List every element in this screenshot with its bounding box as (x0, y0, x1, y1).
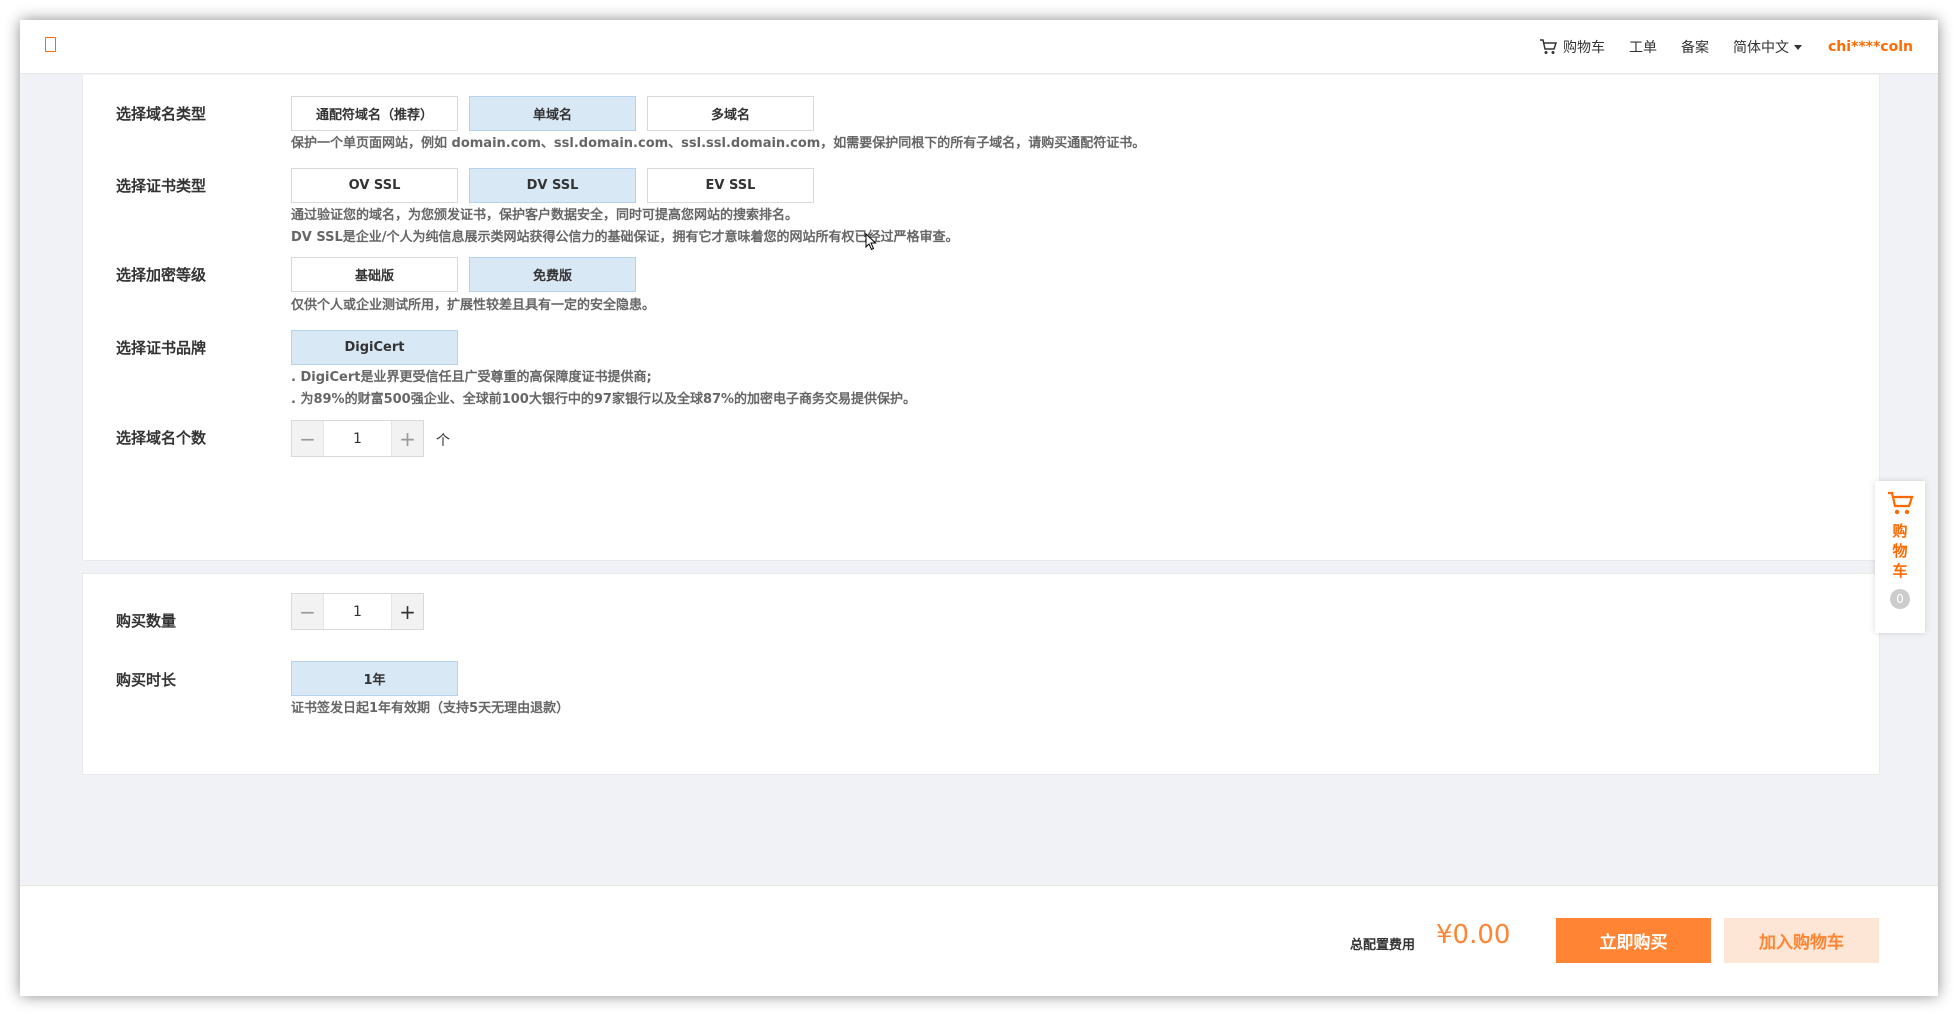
quantity-label: 购买数量 (116, 612, 177, 630)
encryption-level-hint: 仅供个人或企业测试所用，扩展性较差且具有一定的安全隐患。 (291, 298, 656, 313)
top-nav-links: 购物车 工单 备案 简体中文 chi****coln (1515, 20, 1913, 74)
floating-cart-button[interactable]: 购物车 0 (1875, 481, 1925, 633)
nav-filing-link[interactable]: 备案 (1681, 37, 1709, 57)
total-cost-value: ¥0.00 (1436, 920, 1511, 950)
cart-icon (1888, 491, 1914, 515)
add-to-cart-button[interactable]: 加入购物车 (1724, 918, 1879, 963)
domain-type-option-single[interactable]: 单域名 (469, 96, 636, 131)
quantity-input[interactable] (323, 594, 392, 629)
app-window: 购物车 工单 备案 简体中文 chi****coln 选择域名类型 通配符域名（… (20, 20, 1938, 996)
brand-option-digicert[interactable]: DigiCert (291, 330, 458, 365)
nav-cart-link[interactable]: 购物车 (1539, 37, 1605, 57)
user-name: chi****coln (1827, 39, 1913, 55)
domain-type-hint: 保护一个单页面网站，例如 domain.com、ssl.domain.com、s… (291, 136, 1146, 151)
cert-type-label: 选择证书类型 (116, 177, 207, 195)
domain-count-unit: 个 (436, 433, 450, 449)
domain-count-input[interactable] (323, 421, 392, 456)
duration-hint: 证书签发日起1年有效期（支持5天无理由退款） (291, 701, 570, 716)
brand-options: DigiCert (291, 330, 469, 365)
quantity-stepper: − + (291, 593, 424, 630)
domain-type-option-wildcard[interactable]: 通配符域名（推荐） (291, 96, 458, 131)
domain-count-decrement-button[interactable]: − (292, 421, 323, 456)
certificate-config-panel: 选择域名类型 通配符域名（推荐） 单域名 多域名 保护一个单页面网站，例如 do… (82, 75, 1880, 561)
quantity-decrement-button[interactable]: − (292, 594, 323, 629)
top-nav-bar: 购物车 工单 备案 简体中文 chi****coln (20, 20, 1938, 74)
nav-ticket-label: 工单 (1628, 40, 1657, 56)
cert-type-hint-2: DV SSL是企业/个人为纯信息展示类网站获得公信力的基础保证，拥有它才意味着您… (291, 230, 959, 245)
encryption-level-options: 基础版 免费版 (291, 257, 647, 292)
brand-hint-2: . 为89%的财富500强企业、全球前100大银行中的97家银行以及全球87%的… (291, 392, 917, 407)
duration-option-1year[interactable]: 1年 (291, 661, 458, 696)
logo-icon[interactable] (45, 37, 56, 52)
checkout-footer: 总配置费用 ¥0.00 立即购买 加入购物车 (20, 885, 1938, 996)
buy-now-button[interactable]: 立即购买 (1556, 918, 1711, 963)
purchase-panel: 购买数量 − + 购买时长 1年 证书签发日起1年有效期（支持5天无理由退款） (82, 573, 1880, 775)
domain-count-label: 选择域名个数 (116, 429, 207, 447)
mouse-cursor-icon (865, 233, 877, 251)
quantity-increment-button[interactable]: + (392, 594, 423, 629)
chevron-down-icon (1793, 44, 1802, 50)
floating-cart-label: 购物车 (1892, 522, 1908, 580)
encryption-level-option-free[interactable]: 免费版 (469, 257, 636, 292)
domain-type-options: 通配符域名（推荐） 单域名 多域名 (291, 96, 825, 131)
cart-icon (1539, 39, 1557, 54)
nav-cart-label: 购物车 (1562, 40, 1605, 56)
domain-count-increment-button[interactable]: + (392, 421, 423, 456)
language-selector[interactable]: 简体中文 (1733, 37, 1802, 57)
domain-type-option-multi[interactable]: 多域名 (647, 96, 814, 131)
user-account-link[interactable]: chi****coln (1828, 39, 1913, 55)
nav-filing-label: 备案 (1680, 40, 1709, 56)
duration-options: 1年 (291, 661, 469, 696)
language-label: 简体中文 (1732, 40, 1789, 56)
nav-ticket-link[interactable]: 工单 (1629, 37, 1657, 57)
cert-type-option-ov[interactable]: OV SSL (291, 168, 458, 203)
domain-type-label: 选择域名类型 (116, 105, 207, 123)
domain-count-stepper: − + (291, 420, 424, 457)
floating-cart-count-badge: 0 (1890, 589, 1910, 609)
brand-label: 选择证书品牌 (116, 339, 207, 357)
encryption-level-label: 选择加密等级 (116, 266, 207, 284)
total-cost-label: 总配置费用 (1350, 938, 1416, 953)
encryption-level-option-basic[interactable]: 基础版 (291, 257, 458, 292)
cert-type-hint-1: 通过验证您的域名，为您颁发证书，保护客户数据安全，同时可提高您网站的搜索排名。 (291, 208, 799, 223)
cert-type-options: OV SSL DV SSL EV SSL (291, 168, 825, 203)
cert-type-option-ev[interactable]: EV SSL (647, 168, 814, 203)
brand-hint-1: . DigiCert是业界更受信任且广受尊重的高保障度证书提供商; (291, 370, 652, 385)
duration-label: 购买时长 (116, 671, 177, 689)
cert-type-option-dv[interactable]: DV SSL (469, 168, 636, 203)
